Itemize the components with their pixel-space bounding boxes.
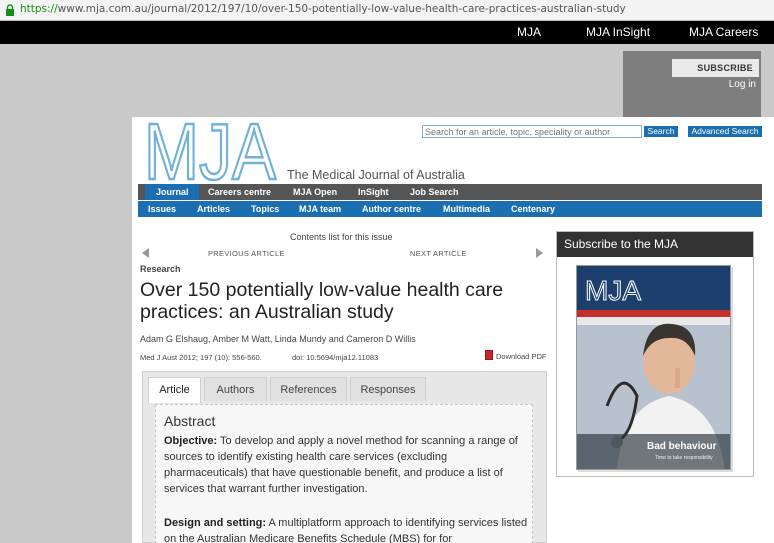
nav-journal[interactable]: Journal (145, 184, 199, 200)
download-pdf-link[interactable]: Download PDF (496, 352, 546, 361)
nav-careers-centre[interactable]: Careers centre (202, 184, 277, 200)
nav-job-search[interactable]: Job Search (404, 184, 465, 200)
abstract-design: Design and setting: A multiplatform appr… (164, 515, 528, 543)
cover-subcaption: Time to take responsibility (655, 455, 713, 461)
subscribe-sidebar: Subscribe to the MJA MJA Bad behaviour T… (556, 231, 754, 477)
nav-centenary[interactable]: Centenary (511, 201, 555, 217)
contents-list-link[interactable]: Contents list for this issue (290, 232, 393, 242)
abstract-heading: Abstract (164, 413, 216, 429)
primary-nav: Journal Careers centre MJA Open InSight … (138, 184, 762, 200)
mja-insight-link[interactable]: MJA InSight (586, 25, 650, 39)
objective-text: To develop and apply a novel method for … (164, 435, 518, 495)
search-button[interactable]: Search (644, 126, 678, 137)
nav-articles[interactable]: Articles (197, 201, 230, 217)
nav-multimedia[interactable]: Multimedia (443, 201, 490, 217)
section-label: Research (140, 264, 181, 274)
cover-logo: MJA (585, 275, 641, 306)
nav-issues[interactable]: Issues (148, 201, 176, 217)
secondary-nav: Issues Articles Topics MJA team Author c… (138, 201, 762, 217)
site-network-bar: MJA MJA InSight MJA Careers (0, 21, 774, 44)
url-path: www.mja.com.au/journal/2012/197/10/over-… (57, 3, 626, 15)
browser-address-bar[interactable]: https://www.mja.com.au/journal/2012/197/… (0, 0, 774, 21)
next-article-link[interactable]: NEXT ARTICLE (410, 249, 467, 258)
tab-article[interactable]: Article (148, 377, 201, 403)
subscribe-button[interactable]: SUBSCRIBE (672, 59, 759, 77)
design-label: Design and setting: (164, 517, 267, 529)
account-box: SUBSCRIBE Log in (623, 51, 761, 117)
url-scheme: https:// (20, 3, 58, 15)
logo-text: MJA (144, 117, 277, 183)
journal-cover-image[interactable]: MJA Bad behaviour Time to take responsib… (576, 265, 731, 470)
url-text[interactable]: https://www.mja.com.au/journal/2012/197/… (20, 3, 626, 15)
previous-article-link[interactable]: PREVIOUS ARTICLE (208, 249, 285, 258)
pdf-icon[interactable] (485, 350, 493, 360)
search-input[interactable] (422, 125, 642, 138)
abstract-objective: Objective: To develop and apply a novel … (164, 433, 528, 497)
article-authors: Adam G Elshaug, Amber M Watt, Linda Mund… (140, 334, 416, 344)
article-doi[interactable]: doi: 10.5694/mja12.11083 (292, 353, 378, 362)
mja-link[interactable]: MJA (517, 25, 541, 39)
nav-mja-team[interactable]: MJA team (299, 201, 341, 217)
nav-topics[interactable]: Topics (251, 201, 279, 217)
nav-insight[interactable]: InSight (352, 184, 395, 200)
arrow-right-icon[interactable] (536, 248, 543, 258)
cover-caption: Bad behaviour (647, 441, 717, 452)
tab-authors[interactable]: Authors (204, 377, 267, 401)
abstract-panel: Abstract Objective: To develop and apply… (155, 404, 533, 543)
objective-label: Objective: (164, 435, 218, 447)
tab-responses[interactable]: Responses (350, 377, 426, 401)
arrow-left-icon[interactable] (142, 248, 149, 258)
page-content: MJA The Medical Journal of Australia Sea… (132, 117, 774, 543)
tab-references[interactable]: References (270, 377, 347, 401)
advanced-search-button[interactable]: Advanced Search (688, 126, 762, 137)
nav-mja-open[interactable]: MJA Open (287, 184, 343, 200)
mja-logo[interactable]: MJA (144, 117, 278, 183)
login-link[interactable]: Log in (729, 79, 756, 90)
mja-careers-link[interactable]: MJA Careers (689, 25, 758, 39)
sidebar-heading: Subscribe to the MJA (557, 232, 753, 257)
article-citation: Med J Aust 2012; 197 (10): 556-560. (140, 353, 262, 362)
nav-author-centre[interactable]: Author centre (362, 201, 421, 217)
article-tabs-box: Article Authors References Responses Abs… (142, 371, 547, 543)
cover-illustration: MJA Bad behaviour Time to take responsib… (577, 266, 730, 469)
article-title: Over 150 potentially low-value health ca… (140, 279, 504, 323)
journal-tagline: The Medical Journal of Australia (287, 168, 465, 182)
lock-icon (6, 4, 14, 16)
